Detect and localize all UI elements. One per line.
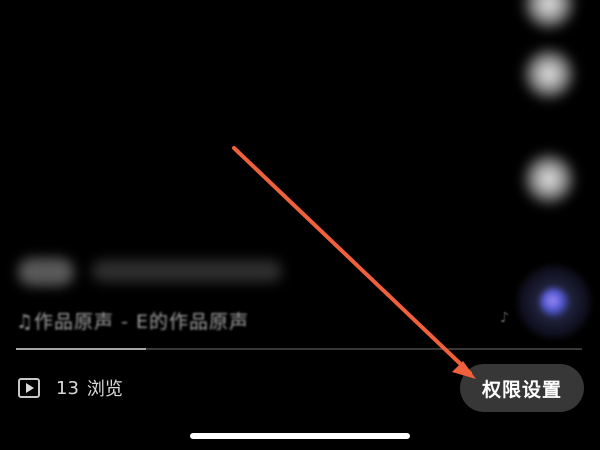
video-progress-bar[interactable] xyxy=(16,348,582,350)
side-action-button[interactable] xyxy=(520,45,578,103)
music-caption[interactable]: ♫作品原声 - E的作品原声 xyxy=(16,307,249,334)
music-note-icon: ♪ xyxy=(500,310,509,326)
play-box-icon xyxy=(18,378,40,398)
author-avatar-blurred xyxy=(18,258,74,286)
views-label: 浏览 xyxy=(86,379,123,400)
music-disc-cover xyxy=(540,288,568,316)
author-name-blurred xyxy=(92,260,282,282)
video-progress-fill xyxy=(16,348,147,350)
permission-settings-button[interactable]: 权限设置 xyxy=(460,364,584,412)
home-indicator[interactable] xyxy=(190,433,410,439)
views-stat: 13 浏览 xyxy=(18,372,123,404)
side-action-button[interactable] xyxy=(520,150,578,208)
author-info-blurred xyxy=(12,252,282,290)
views-count: 13 xyxy=(56,377,79,399)
side-action-button[interactable] xyxy=(520,0,578,33)
video-screen: ♫作品原声 - E的作品原声 ♪ 13 浏览 权限设置 xyxy=(0,0,600,450)
